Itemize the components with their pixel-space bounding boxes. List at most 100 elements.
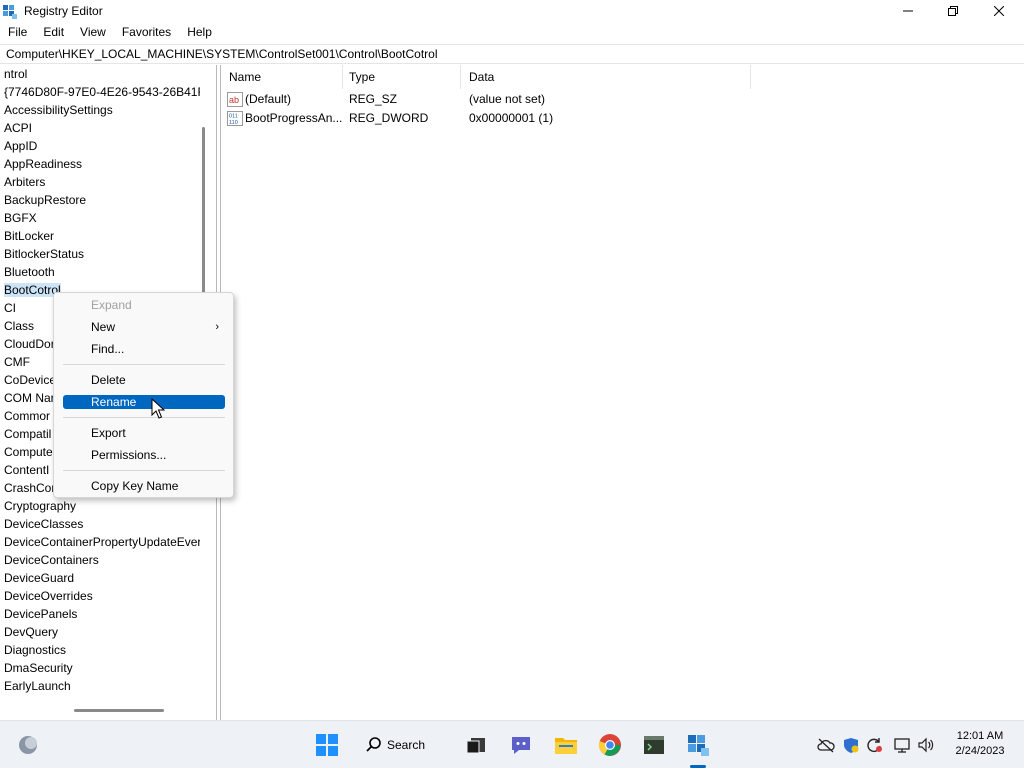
menu-bar: File Edit View Favorites Help xyxy=(0,22,1024,44)
minimize-button[interactable] xyxy=(885,0,931,22)
taskbar-clock[interactable]: 12:01 AM 2/24/2023 xyxy=(940,729,1020,759)
tree-scroll-thumb[interactable] xyxy=(202,127,205,319)
tree-item[interactable]: DeviceClasses xyxy=(0,515,200,533)
tree-item-label: Compute xyxy=(4,445,53,459)
tree-item-label: CoDevice xyxy=(4,373,57,387)
menu-item-export[interactable]: Export xyxy=(63,426,225,440)
registry-editor-icon xyxy=(3,5,17,19)
network-icon[interactable] xyxy=(893,737,911,753)
close-button[interactable] xyxy=(976,0,1022,22)
menu-item-new[interactable]: New › xyxy=(63,320,225,334)
chevron-right-icon: › xyxy=(215,321,219,333)
tree-item[interactable]: ACPI xyxy=(0,119,200,137)
menu-item-copy-key-name[interactable]: Copy Key Name xyxy=(63,479,225,493)
tree-item[interactable]: DeviceContainerPropertyUpdateEver xyxy=(0,533,200,551)
update-sync-icon[interactable] xyxy=(865,737,883,753)
menu-item-rename[interactable]: Rename xyxy=(63,395,225,409)
file-explorer-button[interactable] xyxy=(552,731,580,759)
tree-item-label: AppReadiness xyxy=(4,157,83,171)
tree-item[interactable]: DevQuery xyxy=(0,623,200,641)
menu-edit[interactable]: Edit xyxy=(35,22,72,44)
value-name: (Default) xyxy=(245,92,292,106)
tree-item-label: DevQuery xyxy=(4,625,59,639)
column-header-data[interactable]: Data xyxy=(461,65,751,89)
tree-item-label: DeviceContainerPropertyUpdateEver xyxy=(4,535,200,549)
tree-item-label: AccessibilitySettings xyxy=(4,103,113,117)
menu-item-delete[interactable]: Delete xyxy=(63,373,225,387)
tree-item-label: DmaSecurity xyxy=(4,661,73,675)
column-header-name[interactable]: Name xyxy=(221,65,343,89)
tree-item-label: Arbiters xyxy=(4,175,46,189)
value-type: REG_DWORD xyxy=(349,111,429,125)
window-title: Registry Editor xyxy=(24,4,103,18)
tree-item-label: COM Nar xyxy=(4,391,55,405)
terminal-app-button[interactable] xyxy=(640,731,668,759)
address-bar[interactable]: Computer\HKEY_LOCAL_MACHINE\SYSTEM\Contr… xyxy=(0,44,1024,64)
tree-item[interactable]: Cryptography xyxy=(0,497,200,515)
security-shield-icon[interactable] xyxy=(842,737,860,753)
widgets-button[interactable] xyxy=(14,731,42,759)
binary-value-icon: 011 110 xyxy=(227,111,243,126)
tree-item-label: Commor xyxy=(4,409,51,423)
volume-icon[interactable] xyxy=(917,737,935,753)
tree-item-label: ntrol xyxy=(4,67,28,81)
tree-item[interactable]: Diagnostics xyxy=(0,641,200,659)
tree-item[interactable]: DeviceContainers xyxy=(0,551,200,569)
tree-item-label: CrashCor xyxy=(4,481,56,495)
tree-item[interactable]: AppReadiness xyxy=(0,155,200,173)
registry-editor-taskbar-button[interactable] xyxy=(684,731,712,759)
tree-item[interactable]: Arbiters xyxy=(0,173,200,191)
tree-item-label: Compatil xyxy=(4,427,52,441)
tree-item[interactable]: BitLocker xyxy=(0,227,200,245)
menu-view[interactable]: View xyxy=(72,22,114,44)
chat-icon xyxy=(512,737,530,754)
windows-logo-icon xyxy=(316,734,338,756)
tree-item-label: DeviceContainers xyxy=(4,553,99,567)
svg-text:110: 110 xyxy=(229,120,238,126)
tree-item[interactable]: DeviceOverrides xyxy=(0,587,200,605)
tree-item-label: Cryptography xyxy=(4,499,77,513)
tree-item[interactable]: DmaSecurity xyxy=(0,659,200,677)
weather-icon xyxy=(19,736,37,754)
tree-item-label: BGFX xyxy=(4,211,37,225)
menu-file[interactable]: File xyxy=(0,22,35,44)
cloud-offline-icon[interactable] xyxy=(817,737,835,753)
tree-item[interactable]: DeviceGuard xyxy=(0,569,200,587)
menu-item-expand: Expand xyxy=(91,298,132,312)
tree-hscroll-thumb[interactable] xyxy=(74,709,164,712)
menu-favorites[interactable]: Favorites xyxy=(114,22,179,44)
tree-item-label: ACPI xyxy=(4,121,33,135)
tree-item[interactable]: Bluetooth xyxy=(0,263,200,281)
tree-item[interactable]: BGFX xyxy=(0,209,200,227)
tree-item[interactable]: AccessibilitySettings xyxy=(0,101,200,119)
chrome-button[interactable] xyxy=(596,731,624,759)
menu-help[interactable]: Help xyxy=(179,22,220,44)
task-view-button[interactable] xyxy=(462,731,490,759)
start-button[interactable] xyxy=(313,731,341,759)
menu-item-permissions[interactable]: Permissions... xyxy=(63,448,225,462)
taskbar: Search 12:01 AM 2/24/2023 xyxy=(0,720,1024,768)
value-row[interactable]: 011 110 BootProgressAn... REG_DWORD 0x00… xyxy=(221,109,751,128)
tree-item[interactable]: EarlyLaunch xyxy=(0,677,200,695)
tree-item[interactable]: {7746D80F-97E0-4E26-9543-26B41FC2 xyxy=(0,83,200,101)
tree-item[interactable]: AppID xyxy=(0,137,200,155)
tree-item-label: BitlockerStatus xyxy=(4,247,85,261)
column-header-type[interactable]: Type xyxy=(341,65,461,89)
value-row[interactable]: ab (Default) REG_SZ (value not set) xyxy=(221,90,751,109)
restore-icon xyxy=(948,6,958,16)
chat-app-button[interactable] xyxy=(507,731,535,759)
taskbar-search-button[interactable]: Search xyxy=(365,731,441,759)
menu-item-find[interactable]: Find... xyxy=(63,342,225,356)
address-path[interactable]: Computer\HKEY_LOCAL_MACHINE\SYSTEM\Contr… xyxy=(6,47,438,61)
maximize-button[interactable] xyxy=(930,0,976,22)
tree-item-label: Bluetooth xyxy=(4,265,55,279)
values-pane[interactable]: Name Type Data ab (Default) REG_SZ (valu… xyxy=(220,65,1024,720)
tree-item-label: ContentI xyxy=(4,463,50,477)
tree-item[interactable]: BackupRestore xyxy=(0,191,200,209)
tree-horizontal-scrollbar[interactable] xyxy=(0,705,216,719)
menu-item-new-label: New xyxy=(91,320,116,334)
string-value-icon: ab xyxy=(227,92,243,107)
tree-item[interactable]: ntrol xyxy=(0,65,200,83)
tree-item[interactable]: DevicePanels xyxy=(0,605,200,623)
tree-item[interactable]: BitlockerStatus xyxy=(0,245,200,263)
